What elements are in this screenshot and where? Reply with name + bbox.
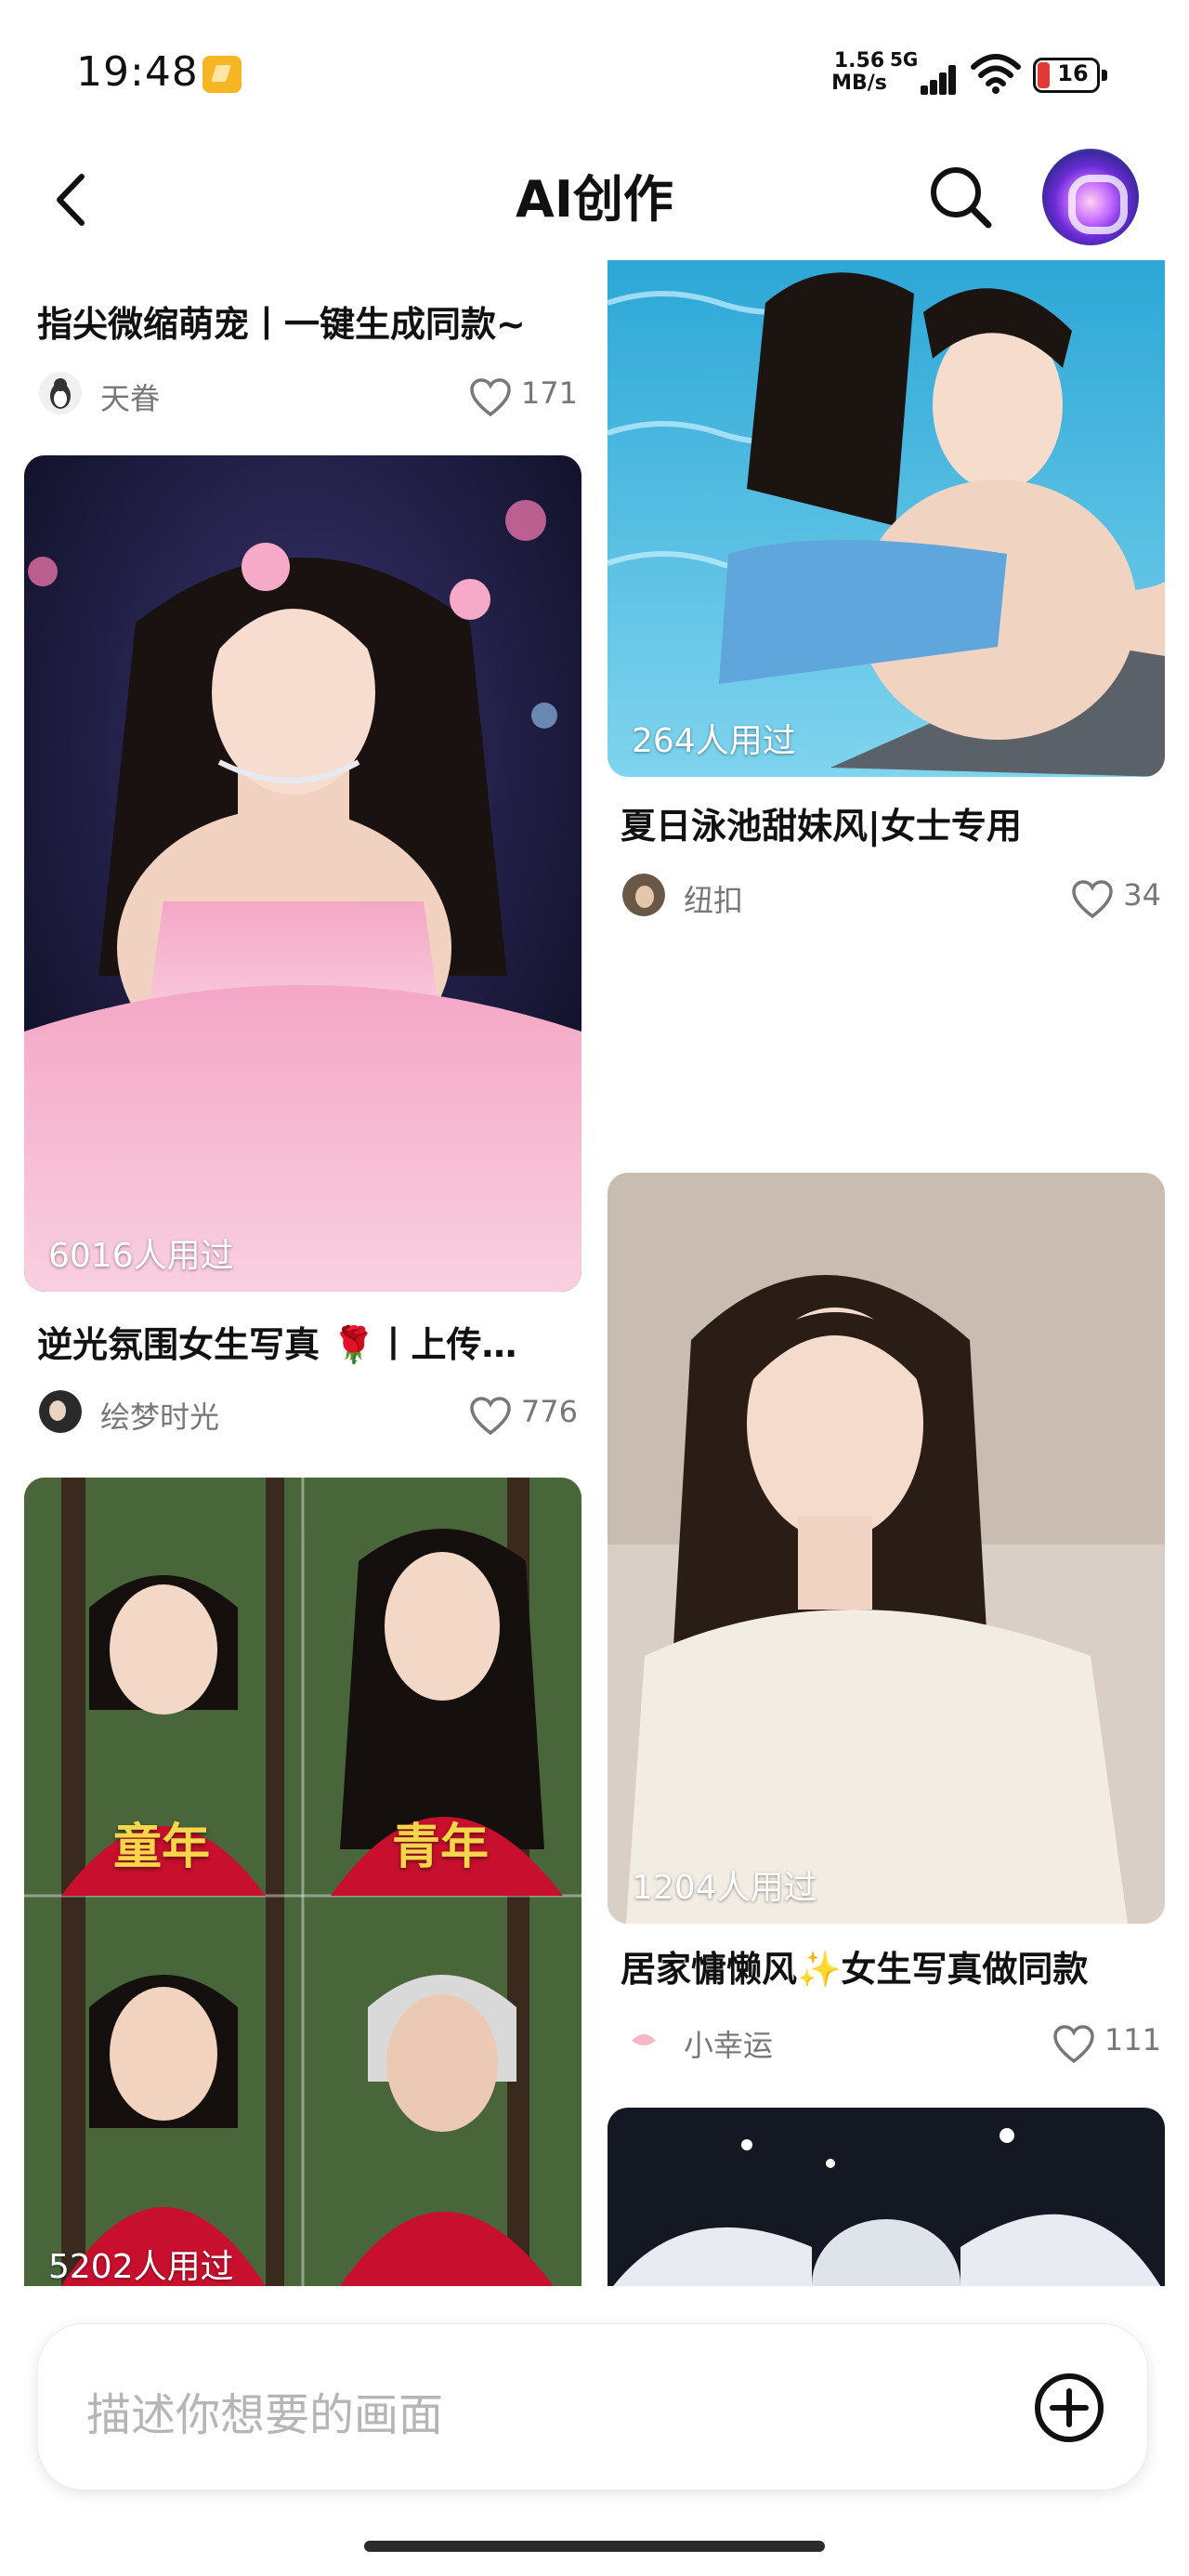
author-avatar [622, 2018, 665, 2061]
feed-card[interactable]: 指尖微缩萌宠丨一键生成同款~ 天眷 171 [24, 260, 581, 427]
card-author: 天眷 171 [39, 370, 578, 417]
feed-card[interactable]: 6016人用过 逆光氛围女生写真 🌹丨上传… 绘梦时光 776 [24, 455, 581, 1440]
card-image[interactable]: 1204人用过 [608, 1173, 1165, 1924]
card-image[interactable]: 264人用过 [608, 260, 1165, 777]
like-count[interactable]: 776 [469, 1394, 578, 1436]
feed-card[interactable]: 264人用过 夏日泳池甜妹风|女士专用 纽扣 34 [608, 260, 1165, 944]
age-progression-image [24, 1478, 581, 2286]
waterfall-feed[interactable]: 指尖微缩萌宠丨一键生成同款~ 天眷 171 6016人用过 逆光氛围女生写真 🌹… [0, 260, 1189, 2286]
network-speed: 1.56 MB/s [831, 49, 887, 95]
card-author: 纽扣 34 [622, 872, 1161, 919]
signal-icon [896, 63, 956, 95]
top-app-bar: AI创作 [0, 139, 1189, 260]
angel-image [608, 2108, 1165, 2286]
ai-avatar-icon[interactable] [1042, 149, 1139, 245]
author-avatar [39, 1390, 82, 1433]
author-avatar [39, 372, 82, 414]
feed-card[interactable]: 童年 青年 5202人用过 [24, 1478, 581, 2286]
like-count[interactable]: 34 [1071, 877, 1161, 919]
plus-circle-icon[interactable] [1032, 2371, 1106, 2445]
prompt-input[interactable]: 描述你想要的画面 [86, 2378, 443, 2443]
card-image[interactable]: 6016人用过 [24, 455, 581, 1292]
status-time: 19:48 [76, 48, 199, 96]
card-title: 逆光氛围女生写真 🌹丨上传… [37, 1324, 517, 1365]
home-indicator[interactable] [364, 2541, 825, 2552]
heart-icon [1053, 2025, 1094, 2064]
usage-count: 264人用过 [632, 722, 796, 760]
card-image[interactable]: 童年 青年 5202人用过 [24, 1478, 581, 2286]
card-image[interactable] [608, 2108, 1165, 2286]
status-bar: 19:48 1.56 MB/s 5G 16 [0, 0, 1189, 139]
chevron-left-icon[interactable] [45, 167, 100, 232]
card-author: 绘梦时光 776 [39, 1388, 578, 1436]
usage-count: 6016人用过 [48, 1237, 234, 1275]
prompt-input-bar[interactable]: 描述你想要的画面 [37, 2323, 1148, 2491]
usage-count: 1204人用过 [632, 1869, 817, 1907]
wifi-icon [971, 54, 1021, 94]
usage-count: 5202人用过 [48, 2248, 234, 2286]
like-count[interactable]: 111 [1052, 2022, 1161, 2064]
heart-icon [1072, 880, 1114, 919]
age-label: 青年 [392, 1820, 490, 1875]
author-name: 纽扣 [684, 883, 744, 918]
author-avatar [622, 874, 665, 916]
like-count[interactable]: 171 [469, 375, 578, 417]
card-title: 夏日泳池甜妹风|女士专用 [621, 806, 1022, 847]
author-name: 小幸运 [684, 2028, 774, 2063]
portrait-image [24, 455, 581, 1292]
card-title: 居家慵懒风✨女生写真做同款 [621, 1949, 1089, 1990]
card-title: 指尖微缩萌宠丨一键生成同款~ [37, 304, 526, 345]
feed-card[interactable]: 1204人用过 居家慵懒风✨女生写真做同款 小幸运 111 [608, 1173, 1165, 2111]
heart-icon [470, 1397, 511, 1436]
heart-icon [470, 378, 511, 417]
search-icon[interactable] [925, 162, 996, 232]
author-name: 天眷 [100, 381, 161, 416]
page-title: AI创作 [516, 170, 673, 229]
author-name: 绘梦时光 [100, 1400, 220, 1435]
battery-icon: 16 [1033, 58, 1107, 93]
notification-icon [203, 56, 242, 93]
age-label: 童年 [113, 1820, 211, 1875]
portrait-image [608, 260, 1165, 777]
portrait-image [608, 1173, 1165, 1924]
feed-card[interactable] [608, 2108, 1165, 2286]
card-author: 小幸运 111 [622, 2017, 1161, 2064]
